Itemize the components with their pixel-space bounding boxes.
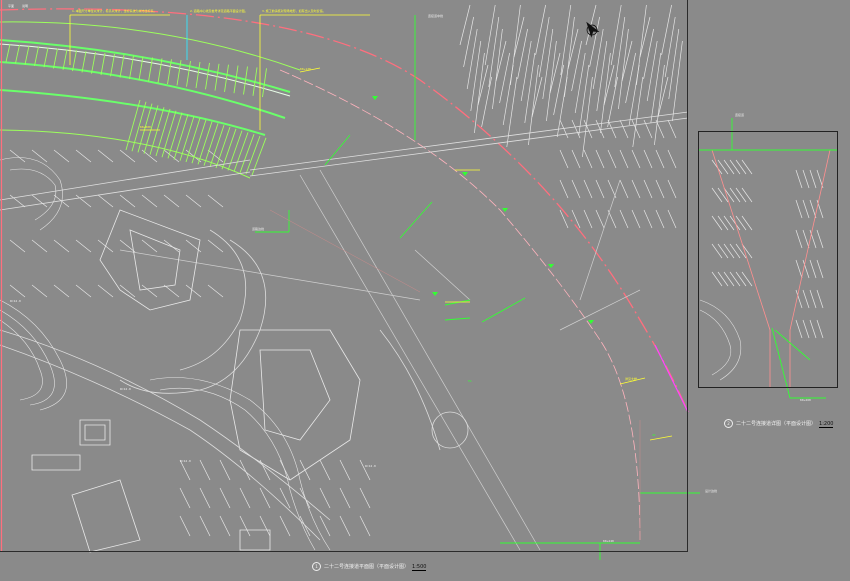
detail-caption-number: 2 (724, 419, 733, 428)
top-left-label-a: 平面 (8, 4, 15, 8)
note-1: 1.本图尺寸单位以米计，标高以米计，坐标系统为城市坐标系。 (72, 9, 157, 13)
label-mid-pile: K0+120 (300, 67, 311, 71)
detail-caption-scale: 1:200 (819, 421, 834, 428)
note-3: 3.施工前请核对现场地形，如有出入及时反馈。 (262, 9, 326, 13)
label-road-edge: 道路边线 (252, 227, 265, 231)
detail-plan-caption: 2 二十二号连接道详图（平面设计图） 1:200 (724, 419, 834, 428)
label-design-edge: 设计边线 (705, 489, 718, 493)
radius-label-d: R=12.0 (10, 299, 21, 303)
label-detail-bottom: K0+260 (800, 398, 811, 402)
main-caption-number: 1 (312, 562, 321, 571)
main-plan-caption: 1 二十二号连接道平面图（平面设计图） 1:500 (312, 562, 427, 571)
slope-label-a: 5% (468, 379, 472, 383)
main-caption-title: 二十二号连接道平面图（平面设计图） (324, 564, 410, 570)
main-plan-frame (0, 0, 688, 552)
detail-caption-title: 二十二号连接道详图（平面设计图） (736, 421, 817, 427)
label-detail-ref: 详见大样 (625, 377, 638, 381)
main-caption-scale: 1:500 (412, 564, 427, 571)
detail-plan-frame (698, 131, 838, 388)
radius-label-a: R=12.0 (120, 387, 131, 391)
slope-label-b: 4% (652, 433, 656, 437)
label-detail-top: 连接道 (735, 113, 745, 117)
radius-label-b: R=12.0 (180, 459, 191, 463)
label-bottom-pile: K0+240 (603, 539, 614, 543)
top-left-label-b: 说明 (22, 4, 29, 8)
radius-label-c: R=12.0 (365, 464, 376, 468)
note-2: 2.道路中心线及桩号详见道路平面设计图。 (190, 9, 248, 13)
label-left-pile: K0+000 (140, 125, 151, 129)
label-road-centerline: 连接道中线 (428, 14, 444, 18)
